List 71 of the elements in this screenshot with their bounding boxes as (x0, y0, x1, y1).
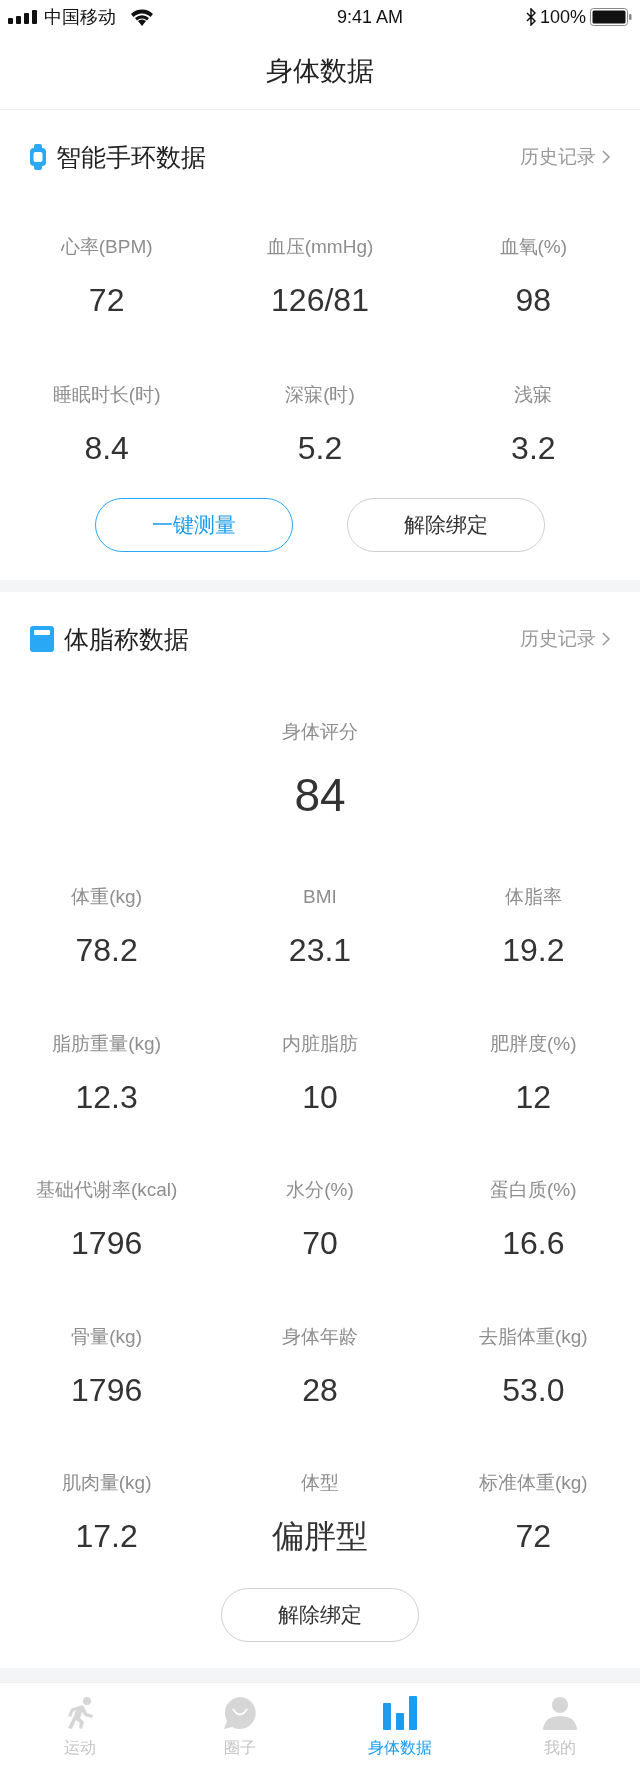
metric-value: 10 (302, 1077, 338, 1117)
history-link[interactable]: 历史记录 (520, 141, 610, 173)
metric-value: 19.2 (502, 931, 565, 970)
metric-label: 肥胖度(%) (490, 1031, 577, 1056)
metric-value: 1796 (71, 1224, 143, 1263)
bluetooth-icon (525, 8, 536, 26)
metric-label: 水分(%) (286, 1178, 354, 1202)
scale-icon (30, 626, 54, 652)
carrier-name: 中国移动 (44, 5, 116, 29)
metric-label: 骨量(kg) (71, 1324, 143, 1349)
metric-value: 70 (302, 1224, 338, 1263)
metric-value: 78.2 (75, 931, 138, 970)
tab-item[interactable]: 圈子 (160, 1683, 320, 1768)
metric-value: 126/81 (271, 281, 369, 320)
history-link[interactable]: 历史记录 (520, 623, 610, 655)
metric-value: 53.0 (502, 1370, 565, 1410)
metric-label: 内脏脂肪 (282, 1031, 358, 1056)
battery-percent: 100% (539, 5, 586, 29)
metric-value: 98 (515, 281, 552, 320)
metric-value: 1796 (71, 1370, 143, 1410)
metric-label: BMI (303, 885, 337, 909)
tab-item[interactable]: 运动 (0, 1683, 160, 1768)
watch-icon (30, 144, 46, 170)
score-value: 84 (294, 768, 346, 822)
metric-value: 17.2 (75, 1517, 138, 1556)
signal-icon (8, 10, 38, 24)
metric-label: 睡眠时长(时) (52, 383, 161, 407)
metric-label: 浅寐 (514, 383, 553, 407)
chat-icon (223, 1696, 257, 1730)
metric-value: 72 (88, 281, 125, 320)
status-time: 9:41 AM (336, 5, 403, 29)
section-title: 体脂称数据 (64, 624, 189, 655)
metric-value: 28 (302, 1370, 338, 1410)
bar-chart-icon (383, 1696, 417, 1730)
person-icon (543, 1696, 577, 1730)
metric-value: 偏胖型 (272, 1517, 368, 1556)
metric-label: 蛋白质(%) (490, 1178, 577, 1202)
metric-value: 72 (515, 1517, 552, 1556)
unbind-button[interactable]: 解除绑定 (221, 1588, 419, 1642)
metric-label: 去脂体重(kg) (478, 1324, 588, 1349)
metric-label: 基础代谢率(kcal) (35, 1178, 178, 1202)
metric-label: 深寐(时) (285, 383, 355, 407)
section-title: 智能手环数据 (56, 142, 206, 173)
metric-value: 8.4 (84, 429, 129, 468)
tab-item[interactable]: 身体数据 (320, 1683, 480, 1768)
unbind-button[interactable]: 解除绑定 (347, 498, 545, 552)
metric-label: 肌肉量(kg) (61, 1471, 152, 1495)
metric-label: 标准体重(kg) (478, 1471, 588, 1495)
metric-value: 16.6 (502, 1224, 565, 1263)
runner-icon (65, 1696, 95, 1730)
battery-icon (590, 8, 632, 26)
page-title: 身体数据 (266, 55, 374, 89)
metric-value: 12.3 (75, 1077, 138, 1117)
metric-label: 体型 (301, 1471, 339, 1495)
metric-value: 23.1 (288, 931, 352, 970)
score-label: 身体评分 (282, 720, 358, 744)
metric-value: 12 (515, 1077, 552, 1117)
metric-label: 体重(kg) (71, 885, 143, 909)
tab-item[interactable]: 我的 (480, 1683, 640, 1768)
metric-label: 血氧(%) (499, 235, 568, 259)
chevron-right-icon (602, 632, 610, 646)
metric-value: 5.2 (297, 429, 343, 468)
metric-label: 体脂率 (504, 885, 562, 909)
metric-value: 3.2 (511, 429, 556, 468)
metric-label: 血压(mmHg) (266, 235, 374, 259)
wifi-icon (130, 8, 154, 26)
chevron-right-icon (602, 150, 610, 164)
metric-label: 身体年龄 (282, 1324, 358, 1349)
metric-label: 心率(BPM) (60, 235, 153, 259)
measure-button[interactable]: 一键测量 (95, 498, 293, 552)
metric-label: 脂肪重量(kg) (52, 1031, 162, 1056)
